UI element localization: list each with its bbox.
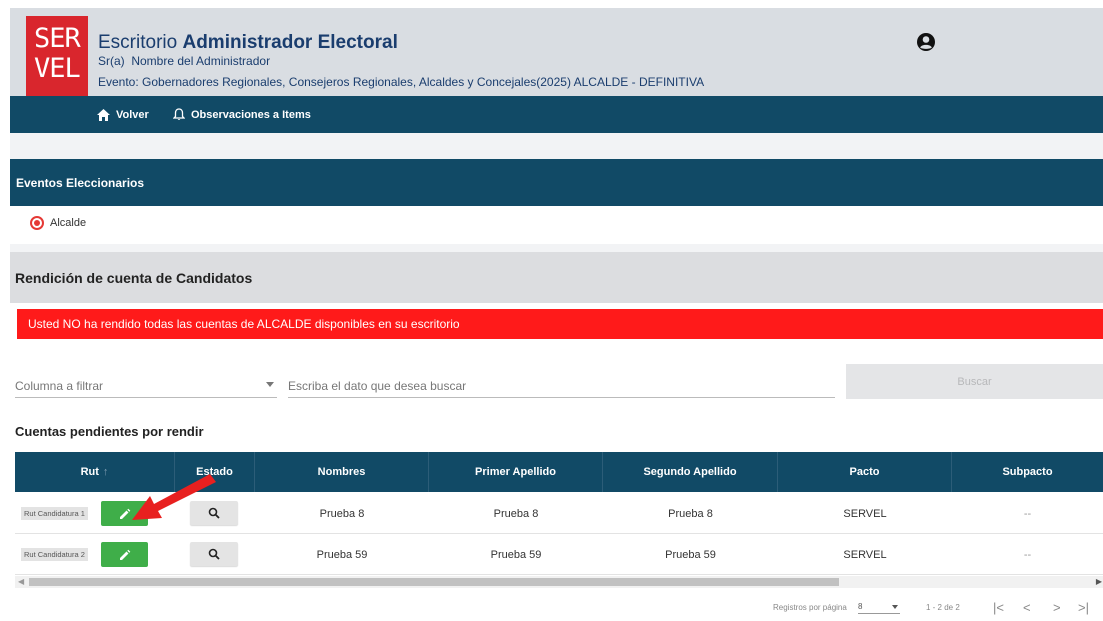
event-description: Evento: Gobernadores Regionales, Conseje… — [98, 75, 705, 89]
caret-down-icon — [892, 605, 898, 609]
table-header: Rut ↑ Estado Nombres Primer Apellido Seg… — [15, 452, 1103, 492]
edit-button[interactable] — [101, 501, 148, 526]
per-page-label: Registros por página — [773, 603, 847, 612]
table-row: Rut Candidatura 2 Prueba 59 Prueba 59 Pr… — [15, 534, 1103, 575]
pencil-icon — [119, 549, 130, 560]
cell-primer-apellido: Prueba 59 — [490, 548, 542, 561]
column-header-estado[interactable]: Estado — [175, 452, 255, 492]
scroll-right-icon[interactable]: ▶ — [1096, 577, 1102, 586]
column-estado-label: Estado — [196, 466, 233, 478]
per-page-value: 8 — [858, 602, 863, 611]
title-prefix: Escritorio — [98, 32, 178, 53]
column-rut-label: Rut — [80, 466, 99, 478]
column-nombres-label: Nombres — [317, 466, 366, 478]
cell-segundo-apellido: Prueba 8 — [668, 507, 713, 520]
user-greeting: Sr(a) Nombre del Administrador — [98, 54, 270, 68]
first-page-button[interactable]: |< — [993, 600, 1004, 615]
bell-icon — [173, 108, 185, 120]
column-filter-select[interactable]: Columna a filtrar — [15, 372, 277, 398]
page-title: Escritorio Administrador Electoral — [98, 32, 398, 54]
column-header-rut[interactable]: Rut ↑ — [15, 452, 175, 492]
column-pacto-label: Pacto — [849, 466, 880, 478]
prev-page-button[interactable]: < — [1023, 600, 1031, 615]
search-icon — [208, 548, 220, 560]
pending-accounts-alert: Usted NO ha rendido todas las cuentas de… — [17, 309, 1103, 339]
edit-button[interactable] — [101, 542, 148, 567]
cell-subpacto: -- — [1023, 548, 1032, 561]
column-subpacto-label: Subpacto — [1002, 466, 1053, 478]
per-page-select[interactable]: 8 — [858, 598, 900, 614]
nav-bar: Volver Observaciones a Items — [10, 96, 1103, 133]
column-header-pacto[interactable]: Pacto — [778, 452, 952, 492]
view-button[interactable] — [190, 542, 238, 566]
caret-down-icon — [266, 382, 274, 387]
user-prefix: Sr(a) — [98, 54, 125, 68]
title-bold: Administrador Electoral — [182, 32, 398, 53]
column-header-subpacto[interactable]: Subpacto — [952, 452, 1103, 492]
user-name: Nombre del Administrador — [131, 54, 271, 68]
logo-line-1: SER — [34, 23, 81, 54]
pencil-icon — [119, 508, 130, 519]
search-icon — [208, 507, 220, 519]
cell-subpacto: -- — [1023, 507, 1032, 520]
cell-pacto: SERVEL — [843, 507, 887, 520]
rendicion-title: Rendición de cuenta de Candidatos — [10, 252, 1103, 303]
home-icon — [97, 108, 110, 121]
table-row: Rut Candidatura 1 Prueba 8 Prueba 8 Prue… — [15, 493, 1103, 534]
next-page-button[interactable]: > — [1053, 600, 1061, 615]
spacer — [10, 244, 1103, 252]
observations-label: Observaciones a Items — [191, 108, 311, 121]
column-header-primer-apellido[interactable]: Primer Apellido — [429, 452, 603, 492]
eventos-header: Eventos Eleccionarios — [10, 159, 1103, 206]
spacer — [10, 133, 1103, 159]
horizontal-scrollbar[interactable]: ◀ ▶ — [15, 576, 1103, 588]
eventos-options: Alcalde — [10, 206, 1103, 244]
servel-logo: SER VEL — [26, 16, 88, 100]
alcalde-radio[interactable] — [30, 216, 44, 230]
cell-primer-apellido: Prueba 8 — [493, 507, 539, 520]
cell-nombres: Prueba 8 — [319, 507, 365, 520]
back-button[interactable]: Volver — [97, 96, 149, 133]
logo-line-2: VEL — [34, 53, 81, 84]
back-label: Volver — [116, 108, 149, 121]
view-button[interactable] — [190, 501, 238, 525]
column-segundo-apellido-label: Segundo Apellido — [643, 466, 737, 478]
cell-pacto: SERVEL — [843, 548, 887, 561]
rut-badge: Rut Candidatura 2 — [21, 548, 88, 561]
cell-segundo-apellido: Prueba 59 — [665, 548, 716, 561]
search-input[interactable] — [288, 372, 835, 398]
pagination-range: 1 - 2 de 2 — [926, 603, 960, 612]
user-circle-icon[interactable] — [916, 32, 936, 52]
app-header: SER VEL Escritorio Administrador Elector… — [0, 0, 1103, 100]
sort-arrow-icon: ↑ — [102, 466, 109, 478]
cell-nombres: Prueba 59 — [316, 548, 368, 561]
pending-accounts-title: Cuentas pendientes por rendir — [15, 424, 204, 439]
scroll-left-icon[interactable]: ◀ — [18, 577, 24, 586]
column-header-segundo-apellido[interactable]: Segundo Apellido — [603, 452, 778, 492]
column-primer-apellido-label: Primer Apellido — [475, 466, 556, 478]
alcalde-radio-label[interactable]: Alcalde — [50, 217, 86, 229]
column-header-nombres[interactable]: Nombres — [255, 452, 429, 492]
rut-badge: Rut Candidatura 1 — [21, 507, 88, 520]
last-page-button[interactable]: >| — [1078, 600, 1089, 615]
search-button[interactable]: Buscar — [846, 364, 1103, 399]
scrollbar-thumb[interactable] — [29, 578, 839, 586]
observations-button[interactable]: Observaciones a Items — [173, 96, 311, 133]
column-filter-placeholder: Columna a filtrar — [15, 379, 104, 393]
